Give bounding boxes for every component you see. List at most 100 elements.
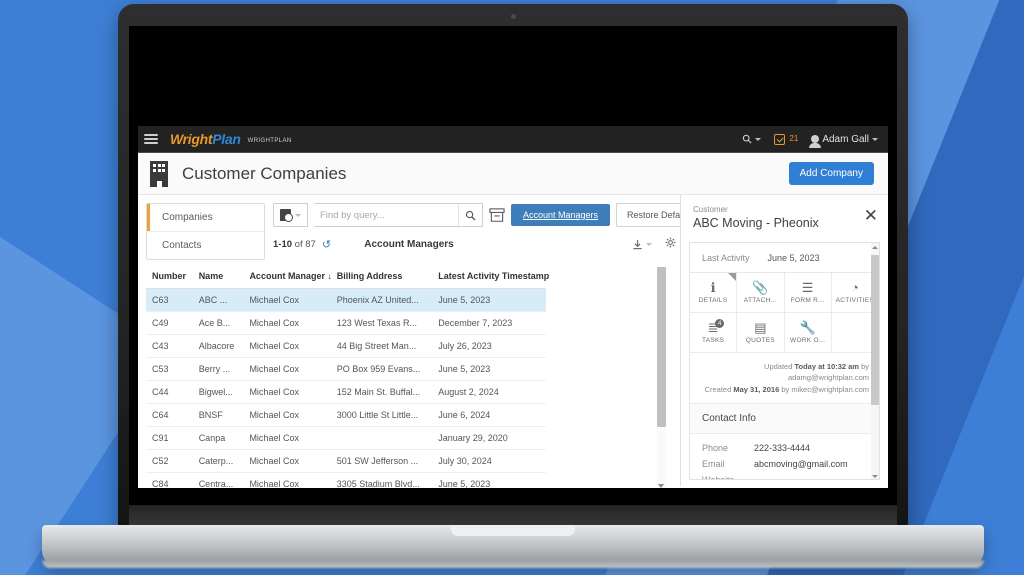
table-scrollbar[interactable] [657,267,666,488]
column-header-account-manager[interactable]: Account Manager ↓ [243,267,332,289]
record-range-value: 1-10 [273,238,293,250]
add-company-button[interactable]: Add Company [788,162,874,185]
toolbar-controls: Account Managers Restore Defaults [273,203,706,227]
search-submit-button[interactable] [458,204,482,226]
cell-company-name: Bigwel... [192,380,244,404]
user-menu[interactable]: Adam Gall [809,133,878,148]
search-input[interactable] [314,204,458,226]
table-row[interactable]: C63 ABC ... Michael Cox Phoenix AZ United..… [146,288,546,312]
scroll-down-icon[interactable] [658,484,664,488]
cell-latest-activity-timestamp: December 7, 2023 [432,311,546,335]
cell-company-number: C52 [146,449,193,473]
table-row[interactable]: C44 Bigwel... Michael Cox 152 Main St. Buff… [146,380,546,404]
cell-latest-activity-timestamp: July 26, 2023 [432,334,546,358]
table-scrollbar-thumb[interactable] [657,267,666,427]
created-prefix: Created [704,384,732,394]
detail-tab-worko[interactable]: 🔧 Work O... [784,313,832,353]
table-row[interactable]: C53 Berry ... Michael Cox PO Box 959 Evans.… [146,357,546,381]
created-line: Created May 31, 2016 by mikec@wrightplan… [700,384,869,395]
webcam [510,14,516,19]
scroll-down-icon[interactable] [872,475,878,478]
entity-tabs: Companies Contacts [146,203,265,260]
logo-text-plan: Plan [212,131,241,147]
table-settings-button[interactable] [665,237,676,251]
export-button[interactable] [632,239,652,250]
cell-company-name: Caterp... [192,449,244,473]
account-managers-view-button[interactable]: Account Managers [511,204,611,226]
topbar-actions: 21 Adam Gall [742,133,878,148]
query-builder-icon [280,209,293,222]
audit-stamp: Updated Today at 10:32 am by adamg@wrigh… [690,353,879,404]
paperclip-icon: 📎 [752,280,769,295]
column-header-latest-activity[interactable]: Latest Activity Timestamp [432,267,549,289]
notifications-button[interactable]: 21 [774,133,798,145]
column-header-name[interactable]: Name [192,267,244,289]
cell-company-number: C43 [146,334,193,358]
laptop-lid: WrightPlan WrightPlan [118,4,908,529]
contact-info-key: Website [702,474,735,480]
clock-icon: ◔ [850,280,859,295]
cell-company-number: C44 [146,380,193,404]
archive-icon [489,207,505,222]
cell-account-manager: Michael Cox [243,426,331,450]
column-header-number[interactable]: Number [146,267,193,289]
cell-billing-address: 123 West Texas R... [330,311,433,335]
table-row[interactable]: C84 Centra... Michael Cox 3305 Stadium Blvd… [146,472,546,488]
table-row[interactable]: C49 Ace B... Michael Cox 123 West Texas R..… [146,311,546,335]
cell-billing-address: PO Box 959 Evans... [330,357,433,381]
form-list-icon: ☰ [801,280,814,295]
detail-tab-label: Quotes [745,337,775,344]
table-row[interactable]: C43 Albacore Michael Cox 44 Big Street Man.… [146,334,546,358]
search-icon [743,134,752,144]
detail-panel-scrollbar[interactable] [871,243,879,479]
list-pane: Companies Contacts Find by query... Acco… [138,195,706,488]
record-of-label: of [294,238,303,250]
table-row[interactable]: C64 BNSF Michael Cox 3000 Little St Little.… [146,403,546,427]
cell-company-name: Canpa [192,426,244,450]
sort-descending-icon: ↓ [327,271,332,281]
detail-tab-attach[interactable]: 📎 Attach... [737,273,785,313]
laptop-base-lip [42,560,984,568]
cell-company-name: Ace B... [192,311,244,335]
detail-scrollbar-thumb[interactable] [871,255,879,405]
cell-latest-activity-timestamp: August 2, 2024 [432,380,546,404]
detail-tab-formr[interactable]: ☰ Form R... [784,273,832,313]
hamburger-menu-icon[interactable] [144,131,158,146]
sidebar-item-companies[interactable]: Companies [147,204,264,231]
contact-info-value: 222-333-4444 [754,442,811,453]
table-row[interactable]: C52 Caterp... Michael Cox 501 SW Jefferson … [146,449,546,473]
cell-account-manager: Michael Cox [243,334,331,358]
updated-by-label: by [861,362,869,371]
detail-panel-header: Customer ABC Moving - Pheonix ✕ [681,205,888,230]
table-row[interactable]: C91 Canpa Michael Cox January 29, 2020 [146,426,546,450]
wrightplan-logo: WrightPlan [170,131,241,147]
chevron-down-icon [755,137,762,141]
refresh-icon[interactable]: ↺ [322,238,331,251]
column-header-billing-address[interactable]: Billing Address [330,267,433,289]
laptop-bottom-bezel [129,505,897,527]
cell-company-name: ABC ... [192,288,244,312]
archive-button[interactable] [489,203,505,227]
query-builder-button[interactable] [273,203,308,227]
detail-tab-quotes[interactable]: ▤ Quotes [737,313,785,353]
scroll-up-icon[interactable] [872,246,878,249]
cell-latest-activity-timestamp: July 30, 2024 [432,449,546,473]
contact-info-row: Phone 222-333-4444 [690,434,879,456]
cell-billing-address: Phoenix AZ United... [330,288,433,312]
laptop-screen: WrightPlan WrightPlan [129,26,897,505]
cell-billing-address [330,426,433,450]
sidebar-item-contacts[interactable]: Contacts [147,231,264,259]
cell-account-manager: Michael Cox [243,380,331,404]
info-icon: ℹ [710,280,716,295]
app-topbar: WrightPlan WrightPlan [138,126,888,153]
cell-billing-address: 152 Main St. Buffal... [330,380,433,404]
contact-info-value: abcmoving@gmail.com [754,458,848,469]
cell-account-manager: Michael Cox [243,311,331,335]
detail-tab-details[interactable]: ℹ Details [690,273,738,313]
global-search-button[interactable] [742,134,762,144]
page-header: Customer Companies Add Company [138,153,888,195]
close-icon[interactable]: ✕ [864,207,878,224]
cell-latest-activity-timestamp: January 29, 2020 [432,426,546,450]
user-name: Adam Gall [822,133,869,145]
detail-tab-tasks[interactable]: ≣ Tasks 4 [690,313,738,353]
